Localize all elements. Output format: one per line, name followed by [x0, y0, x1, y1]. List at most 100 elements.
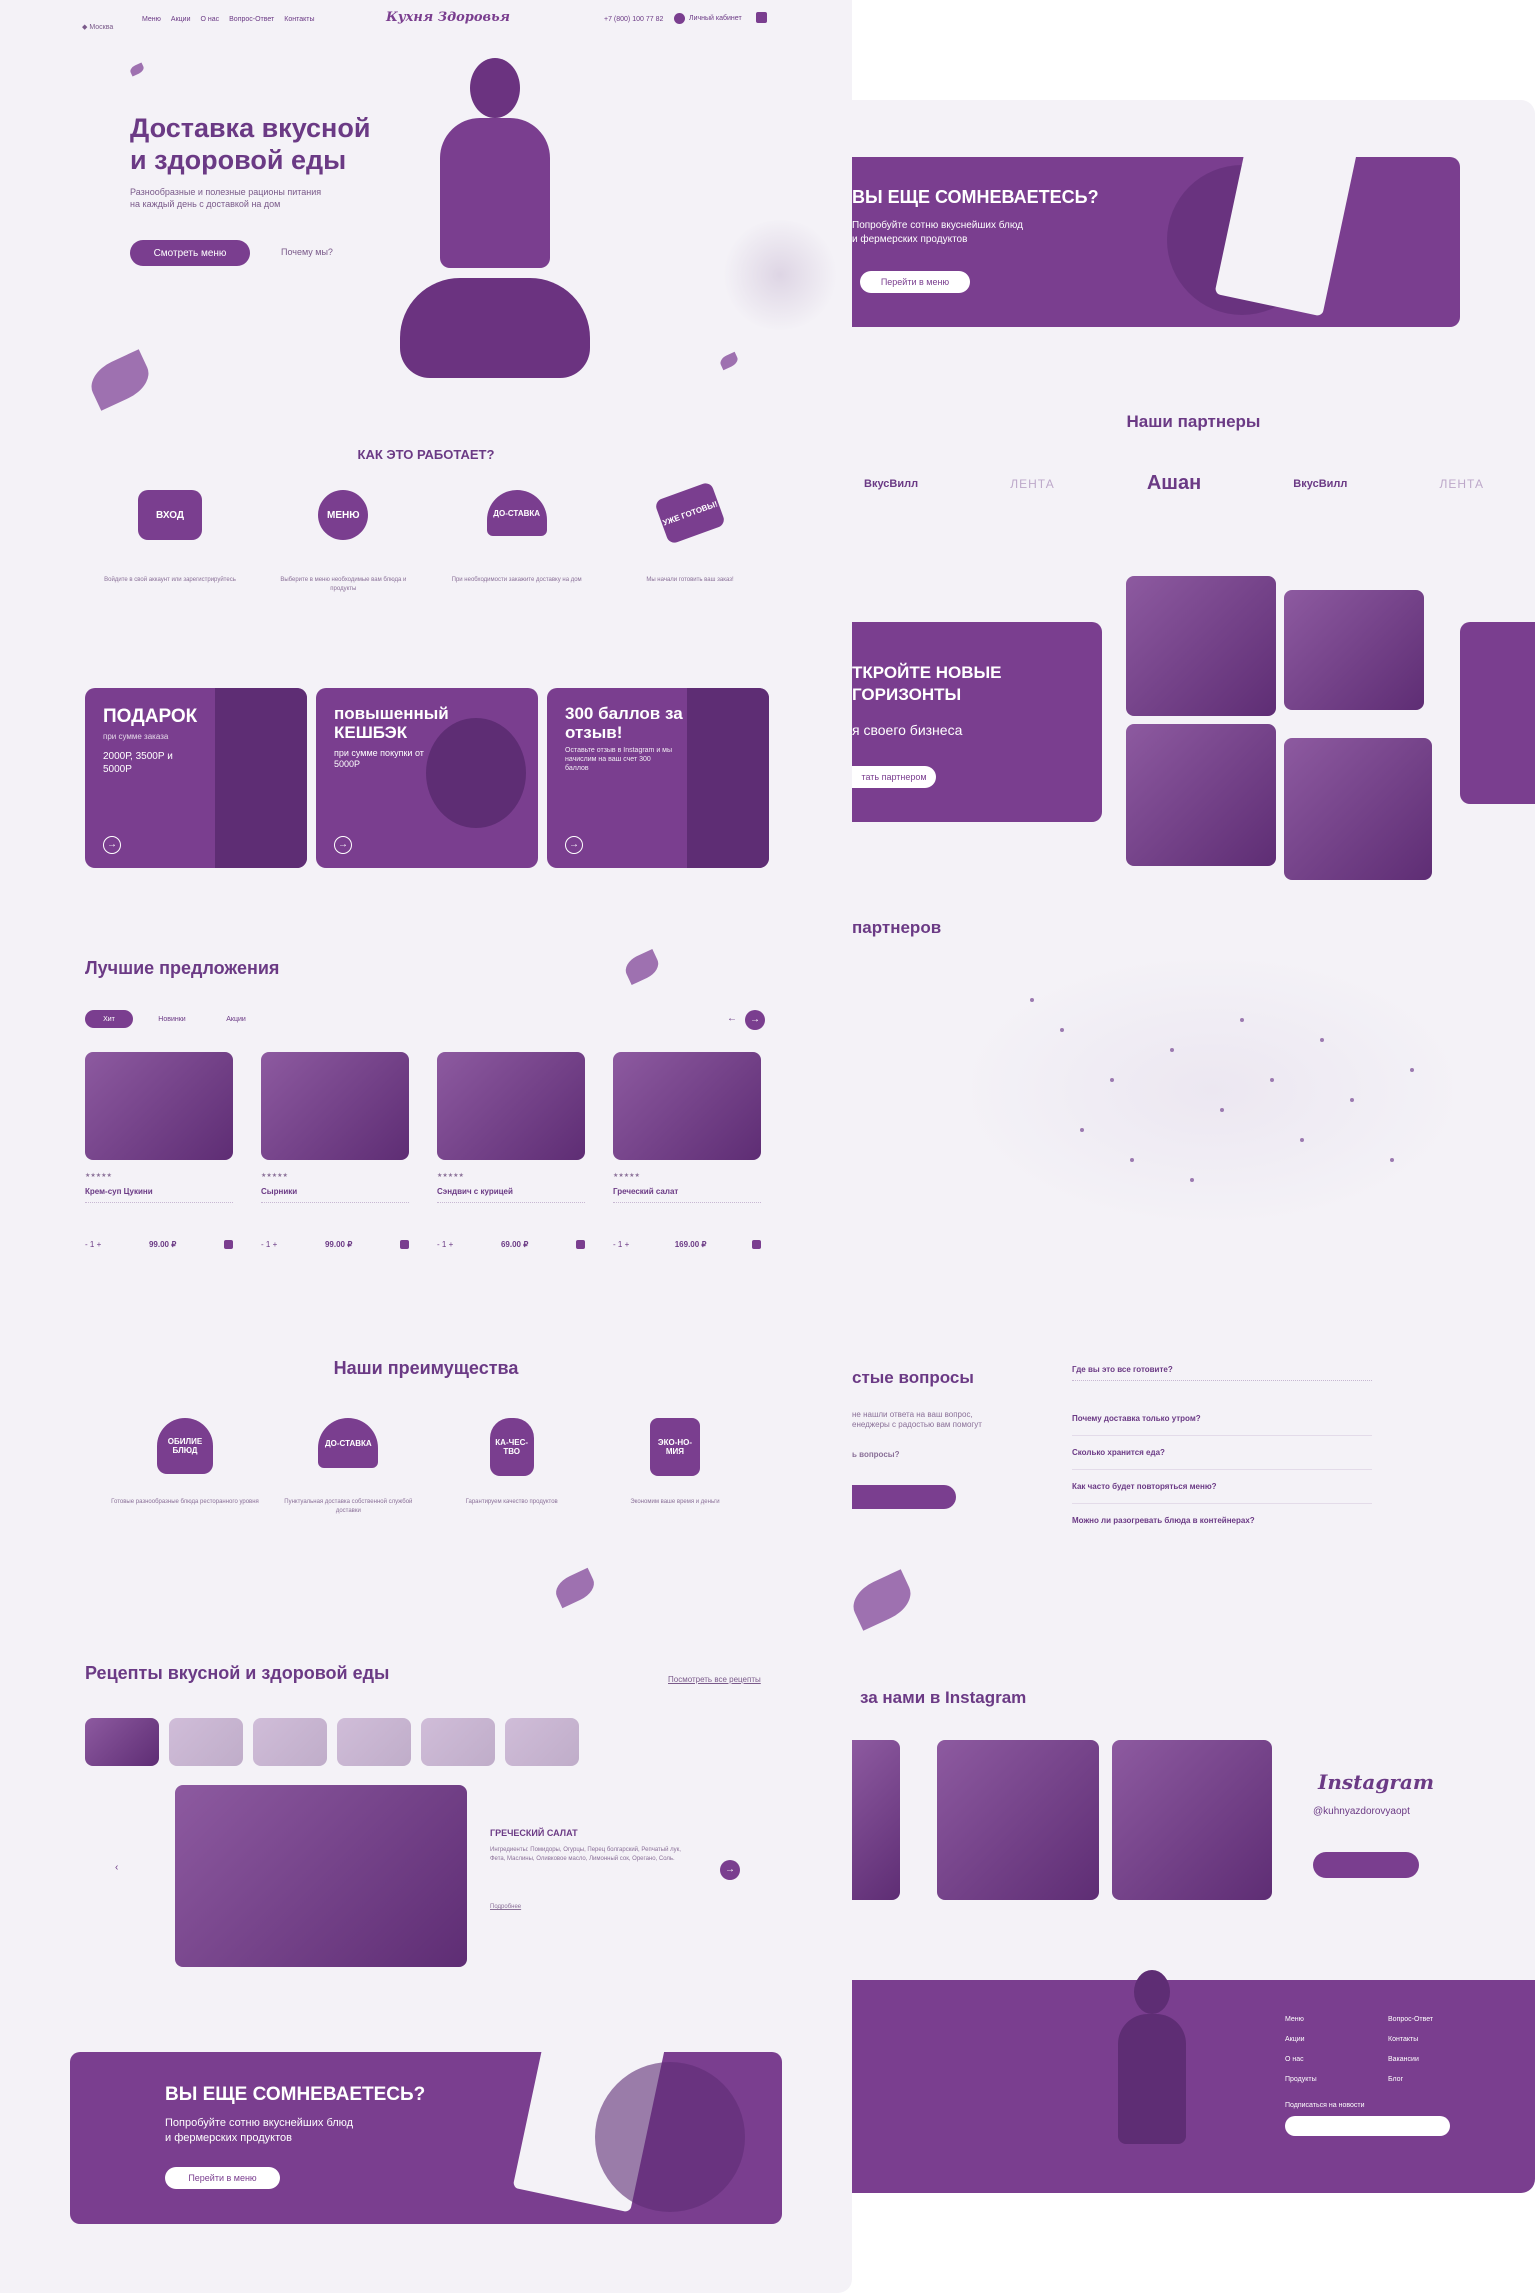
advantage-text: Готовые разнообразные блюда ресторанного…	[111, 1499, 259, 1505]
product-footer: - 1 + 169.00 ₽	[613, 1240, 761, 1249]
footer-link[interactable]: Контакты	[1388, 2030, 1433, 2050]
advantage-text: Экономим ваше время и деньги	[630, 1499, 720, 1505]
cta-menu-button[interactable]: Перейти в меню	[165, 2167, 280, 2189]
partners-map[interactable]	[972, 960, 1452, 1220]
product-card[interactable]: ★★★★★ Сэндвич с курицей - 1 + 69.00 ₽	[437, 1052, 585, 1249]
cart-icon[interactable]	[752, 1240, 761, 1249]
footer-link[interactable]: О нас	[1285, 2050, 1317, 2070]
step-delivery-icon: ДО-СТАВКА	[486, 490, 547, 536]
nav-item-menu[interactable]: Меню	[142, 16, 161, 23]
instagram-follow-button[interactable]	[1313, 1852, 1419, 1878]
all-recipes-link[interactable]: Посмотреть все рецепты	[668, 1675, 761, 1684]
rating-stars: ★★★★★	[613, 1173, 640, 1179]
cart-icon[interactable]	[224, 1240, 233, 1249]
footer-link[interactable]: Вакансии	[1388, 2050, 1433, 2070]
product-price: 99.00 ₽	[148, 1240, 177, 1249]
quantity-stepper[interactable]: - 1 +	[437, 1240, 453, 1249]
promo-card-review[interactable]: 300 баллов за отзыв! Оставьте отзыв в In…	[547, 688, 769, 868]
faq-question[interactable]: Как часто будет повторяться меню?	[1072, 1482, 1372, 1504]
nav-item-about[interactable]: О нас	[200, 16, 219, 23]
promo-card-gift[interactable]: ПОДАРОК при сумме заказа 2000Р, 3500Р и …	[85, 688, 307, 868]
canvas: ◆ Москва Меню Акции О нас Вопрос-Ответ К…	[0, 0, 1535, 2293]
recipe-thumb[interactable]	[85, 1718, 159, 1766]
cart-icon[interactable]	[756, 12, 767, 23]
partnership-title: ТКРОЙТЕ НОВЫЕ ГОРИЗОНТЫ	[852, 662, 1002, 706]
footer-link[interactable]: Вопрос-Ответ	[1388, 2010, 1433, 2030]
subscribe-email-field[interactable]	[1285, 2116, 1450, 2136]
tab-sale[interactable]: Акции	[211, 1016, 261, 1023]
step-text: При необходимости закажите доставку на д…	[451, 577, 582, 583]
faq-question[interactable]: Можно ли разогревать блюда в контейнерах…	[1072, 1516, 1372, 1525]
cta-menu-button[interactable]: Перейти в меню	[860, 271, 970, 293]
promo-card-cashback[interactable]: повышенный КЕШБЭК при сумме покупки от 5…	[316, 688, 538, 868]
quantity-value: 1	[89, 1240, 95, 1249]
footer-woman-image	[1112, 1970, 1192, 2160]
partnership-title-line2: ГОРИЗОНТЫ	[852, 685, 962, 704]
instagram-photo[interactable]	[937, 1740, 1099, 1900]
footer-link[interactable]: Акции	[1285, 2030, 1317, 2050]
product-card[interactable]: ★★★★★ Сырники - 1 + 99.00 ₽	[261, 1052, 409, 1249]
why-us-link[interactable]: Почему мы?	[281, 247, 333, 257]
product-image	[85, 1052, 233, 1160]
partnership-banner: ТКРОЙТЕ НОВЫЕ ГОРИЗОНТЫ я своего бизнеса…	[852, 622, 1102, 822]
quantity-stepper[interactable]: - 1 +	[613, 1240, 629, 1249]
product-card[interactable]: ★★★★★ Крем-суп Цукини - 1 + 99.00 ₽	[85, 1052, 233, 1249]
product-footer: - 1 + 69.00 ₽	[437, 1240, 585, 1249]
product-price: 99.00 ₽	[324, 1240, 353, 1249]
become-partner-button[interactable]: тать партнером	[852, 766, 936, 788]
cart-icon[interactable]	[400, 1240, 409, 1249]
step-text: Войдите в свой аккаунт или зарегистрируй…	[104, 577, 236, 583]
recipe-thumb[interactable]	[169, 1718, 243, 1766]
partner-logo-vkusvill[interactable]: ВкусВилл	[1293, 478, 1347, 490]
recipe-thumb[interactable]	[421, 1718, 495, 1766]
hero-menu-button[interactable]: Смотреть меню	[130, 240, 250, 266]
arrow-right-icon[interactable]: →	[103, 836, 121, 854]
partner-logo-lenta[interactable]: ЛЕНТА	[1010, 477, 1054, 491]
quantity-value: 1	[617, 1240, 623, 1249]
cta-banner: ВЫ ЕЩЕ СОМНЕВАЕТЕСЬ? Попробуйте сотню вк…	[852, 117, 1460, 327]
recipe-more-link[interactable]: Подробнее	[490, 1904, 521, 1910]
prev-arrow-icon[interactable]: ←	[727, 1013, 737, 1024]
hero-title: Доставка вкусной и здоровой еды	[130, 112, 370, 176]
footer-link[interactable]: Блог	[1388, 2070, 1433, 2090]
tab-new[interactable]: Новинки	[147, 1016, 197, 1023]
cart-icon[interactable]	[576, 1240, 585, 1249]
phone[interactable]: +7 (800) 100 77 82	[604, 16, 663, 23]
main-nav: Меню Акции О нас Вопрос-Ответ Контакты	[142, 16, 315, 23]
logo[interactable]: Кухня Здоровья	[386, 10, 510, 25]
prev-arrow-icon[interactable]: ‹	[115, 1862, 118, 1873]
product-card[interactable]: ★★★★★ Греческий салат - 1 + 169.00 ₽	[613, 1052, 761, 1249]
quantity-stepper[interactable]: - 1 +	[261, 1240, 277, 1249]
partner-logo-lenta[interactable]: ЛЕНТА	[1440, 477, 1484, 491]
recipe-thumb[interactable]	[253, 1718, 327, 1766]
instagram-photo[interactable]	[1112, 1740, 1272, 1900]
product-image	[261, 1052, 409, 1160]
faq-question[interactable]: Где вы это все готовите?	[1072, 1365, 1372, 1374]
hero-subtitle-line2: на каждый день с доставкой на дом	[130, 199, 281, 209]
next-arrow-icon[interactable]: →	[720, 1860, 740, 1880]
partner-logo-vkusvill[interactable]: ВкусВилл	[864, 478, 918, 490]
variety-icon: ОБИЛИЕ БЛЮД	[157, 1418, 213, 1474]
footer: Меню Акции О нас Продукты Вопрос-Ответ К…	[852, 1970, 1535, 2193]
faq-title: стые вопросы	[852, 1368, 974, 1387]
arrow-right-icon[interactable]: →	[565, 836, 583, 854]
city-selector[interactable]: ◆ Москва	[82, 16, 113, 34]
tab-hit[interactable]: Хит	[85, 1010, 133, 1028]
faq-question[interactable]: Сколько хранится еда?	[1072, 1448, 1372, 1470]
nav-item-faq[interactable]: Вопрос-Ответ	[229, 16, 274, 23]
nav-item-contacts[interactable]: Контакты	[284, 16, 314, 23]
next-arrow-icon[interactable]: →	[745, 1010, 765, 1030]
arrow-right-icon[interactable]: →	[334, 836, 352, 854]
account-link[interactable]: Личный кабинет	[674, 13, 742, 24]
nav-item-promo[interactable]: Акции	[171, 16, 191, 23]
ask-question-button[interactable]	[852, 1485, 956, 1509]
faq-question[interactable]: Почему доставка только утром?	[1072, 1414, 1372, 1436]
quantity-stepper[interactable]: - 1 +	[85, 1240, 101, 1249]
plate-image	[595, 2062, 745, 2212]
partner-logo-auchan[interactable]: Ашан	[1147, 472, 1201, 495]
footer-link[interactable]: Меню	[1285, 2010, 1317, 2030]
instagram-photo[interactable]	[852, 1740, 900, 1900]
recipe-thumb[interactable]	[505, 1718, 579, 1766]
footer-link[interactable]: Продукты	[1285, 2070, 1317, 2090]
recipe-thumb[interactable]	[337, 1718, 411, 1766]
